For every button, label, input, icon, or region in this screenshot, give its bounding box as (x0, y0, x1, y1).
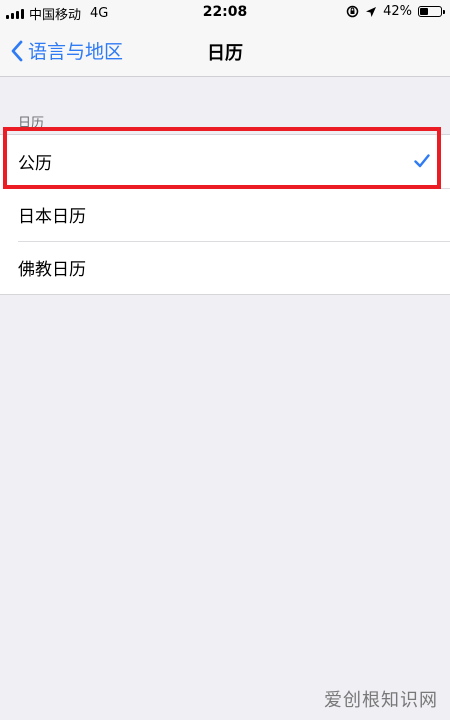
calendar-option-gregorian[interactable]: 公历 (0, 135, 450, 188)
watermark: 爱创根知识网 (324, 690, 438, 711)
calendar-option-buddhist[interactable]: 佛教日历 (0, 241, 450, 294)
status-right: 42% (346, 4, 445, 19)
checkmark-icon (414, 154, 430, 168)
page-title: 日历 (207, 43, 243, 64)
battery-icon (418, 6, 445, 17)
status-bar: 中国移动 4G 22:08 42% (0, 0, 450, 26)
navigation-bar: 语言与地区 日历 (0, 26, 450, 77)
option-label: 日本日历 (18, 207, 86, 227)
option-label: 佛教日历 (18, 260, 86, 280)
battery-percent: 42% (383, 4, 412, 19)
calendar-list: 公历 日本日历 佛教日历 (0, 134, 450, 295)
section-header: 日历 (18, 116, 45, 131)
orientation-lock-icon (346, 5, 359, 18)
battery-fill (420, 8, 428, 15)
option-label: 公历 (18, 154, 52, 174)
calendar-option-japanese[interactable]: 日本日历 (0, 188, 450, 241)
location-icon (366, 6, 377, 17)
